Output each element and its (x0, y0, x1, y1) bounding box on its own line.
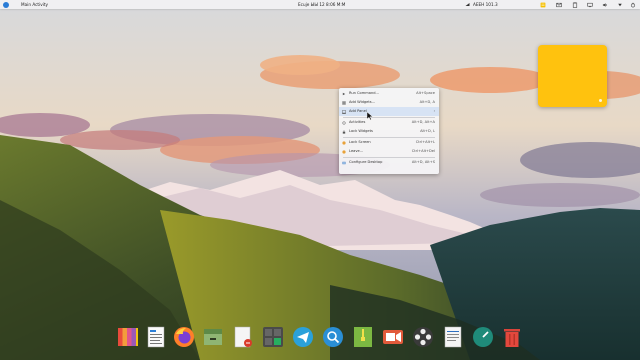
color-palette-icon[interactable] (117, 326, 139, 348)
zip-icon[interactable] (352, 326, 374, 348)
app-launcher-icon[interactable] (3, 1, 9, 8)
run-icon (342, 92, 346, 95)
leave-icon (342, 149, 346, 154)
lock-icon (342, 130, 346, 134)
menu-item-label: Add Panel (349, 109, 367, 113)
desktop-context-menu: Run Command... Alt+Space Add Widgets... … (339, 88, 439, 174)
firefox-icon[interactable] (173, 326, 195, 348)
menu-item-shortcut: Alt+D, Alt+S (411, 160, 435, 164)
menu-item-run-command[interactable]: Run Command... Alt+Space (339, 89, 439, 98)
volume-icon[interactable] (602, 2, 608, 8)
menu-item-leave[interactable]: Leave... Ctrl+Alt+Del (339, 147, 439, 156)
telegram-icon[interactable] (292, 326, 314, 348)
menu-item-shortcut: Alt+D, Alt+A (411, 120, 435, 124)
menu-item-activities[interactable]: Activities Alt+D, Alt+A (339, 118, 439, 127)
menu-item-shortcut: Alt+Space (416, 91, 435, 95)
menu-item-configure-desktop[interactable]: Configure Desktop Alt+D, Alt+S (339, 158, 439, 167)
menu-item-lock-screen[interactable]: Lock Screen Ctrl+Alt+L (339, 138, 439, 147)
sticky-note-widget[interactable] (538, 45, 607, 107)
timer-icon[interactable] (472, 326, 494, 348)
menu-item-add-widgets[interactable]: Add Widgets... Alt+D, A (339, 98, 439, 107)
media-player-icon[interactable] (412, 326, 434, 348)
system-menu-icon[interactable] (617, 2, 623, 8)
dock (112, 320, 525, 354)
menu-item-label: Lock Screen (349, 140, 371, 144)
activity-label[interactable]: Main Activity (21, 0, 48, 9)
clipboard-icon[interactable] (572, 1, 578, 8)
menu-item-shortcut: Ctrl+Alt+L (415, 140, 435, 144)
panel-icon (342, 109, 346, 114)
menu-item-label: Add Widgets... (349, 100, 376, 104)
menu-item-shortcut: Alt+D, A (419, 100, 435, 104)
email-icon[interactable] (556, 2, 562, 8)
network-label[interactable]: AEEH 101.3 (473, 0, 498, 9)
search-icon[interactable] (322, 326, 344, 348)
menu-item-add-panel[interactable]: Add Panel › (339, 107, 439, 116)
activities-icon (342, 120, 346, 125)
menu-item-shortcut: Ctrl+Alt+Del (411, 149, 435, 153)
lock-screen-icon (342, 140, 346, 145)
calculator-icon[interactable] (262, 326, 284, 348)
configure-icon (342, 161, 346, 164)
trash-icon[interactable] (501, 326, 523, 348)
network-icon[interactable] (465, 2, 470, 7)
menu-item-label: Configure Desktop (349, 160, 383, 164)
menu-item-shortcut: Alt+D, L (420, 129, 435, 133)
display-icon[interactable] (587, 2, 593, 8)
menu-item-label: Leave... (349, 149, 364, 153)
sticky-note-handle-icon[interactable] (599, 99, 602, 102)
archive-icon[interactable] (202, 326, 224, 348)
text-file-icon[interactable] (442, 326, 464, 348)
notes-icon[interactable] (540, 2, 546, 8)
power-icon[interactable] (630, 2, 636, 8)
widgets-icon (342, 100, 346, 105)
text-editor-icon[interactable] (145, 326, 167, 348)
mouse-cursor-icon (367, 112, 373, 120)
menu-item-label: Lock Widgets (349, 129, 373, 133)
menu-item-label: Activities (349, 120, 366, 124)
submenu-arrow-icon: › (433, 109, 435, 113)
menu-item-label: Run Command... (349, 91, 379, 95)
clock[interactable]: Ecuje ЫЫ 12 8:06 M:M (298, 0, 345, 9)
screen-recorder-icon[interactable] (382, 326, 404, 348)
top-panel: Main Activity Ecuje ЫЫ 12 8:06 M:M AEEH … (0, 0, 640, 9)
document-icon[interactable] (232, 326, 254, 348)
menu-item-lock-widgets[interactable]: Lock Widgets Alt+D, L (339, 127, 439, 136)
